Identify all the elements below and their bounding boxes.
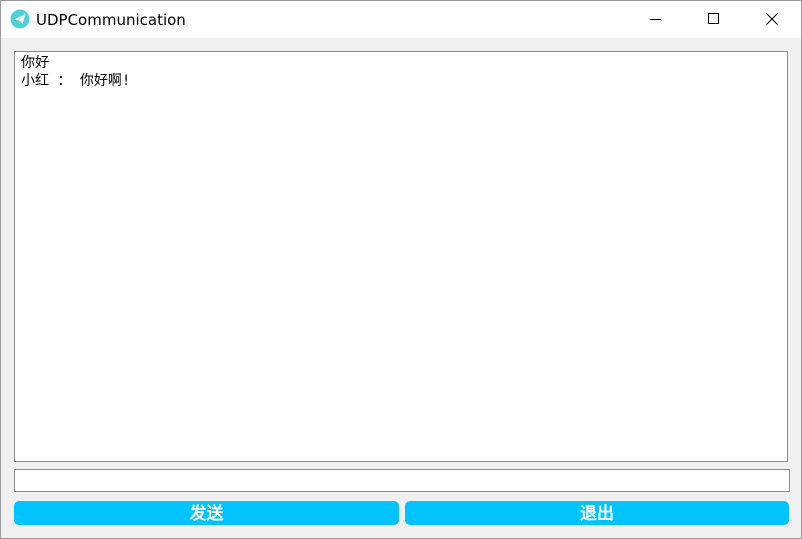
minimize-button[interactable] <box>627 1 685 38</box>
paper-plane-icon <box>10 9 30 29</box>
chat-log[interactable]: 你好 小红 ： 你好啊! <box>14 51 788 462</box>
quit-button[interactable]: 退出 <box>405 501 789 525</box>
send-button[interactable]: 发送 <box>14 501 399 525</box>
message-input[interactable] <box>14 469 790 492</box>
app-window: UDPCommunication 你好 小红 ： 你好啊! 发送 退出 <box>0 0 802 539</box>
window-title: UDPCommunication <box>36 11 186 29</box>
close-button[interactable] <box>743 1 801 38</box>
close-icon <box>766 10 778 29</box>
chat-line: 你好 <box>21 55 49 71</box>
title-bar[interactable]: UDPCommunication <box>1 1 801 38</box>
maximize-button[interactable] <box>685 1 743 38</box>
chat-line: 小红 ： 你好啊! <box>21 73 131 89</box>
maximize-icon <box>708 10 720 29</box>
minimize-icon <box>650 10 662 29</box>
